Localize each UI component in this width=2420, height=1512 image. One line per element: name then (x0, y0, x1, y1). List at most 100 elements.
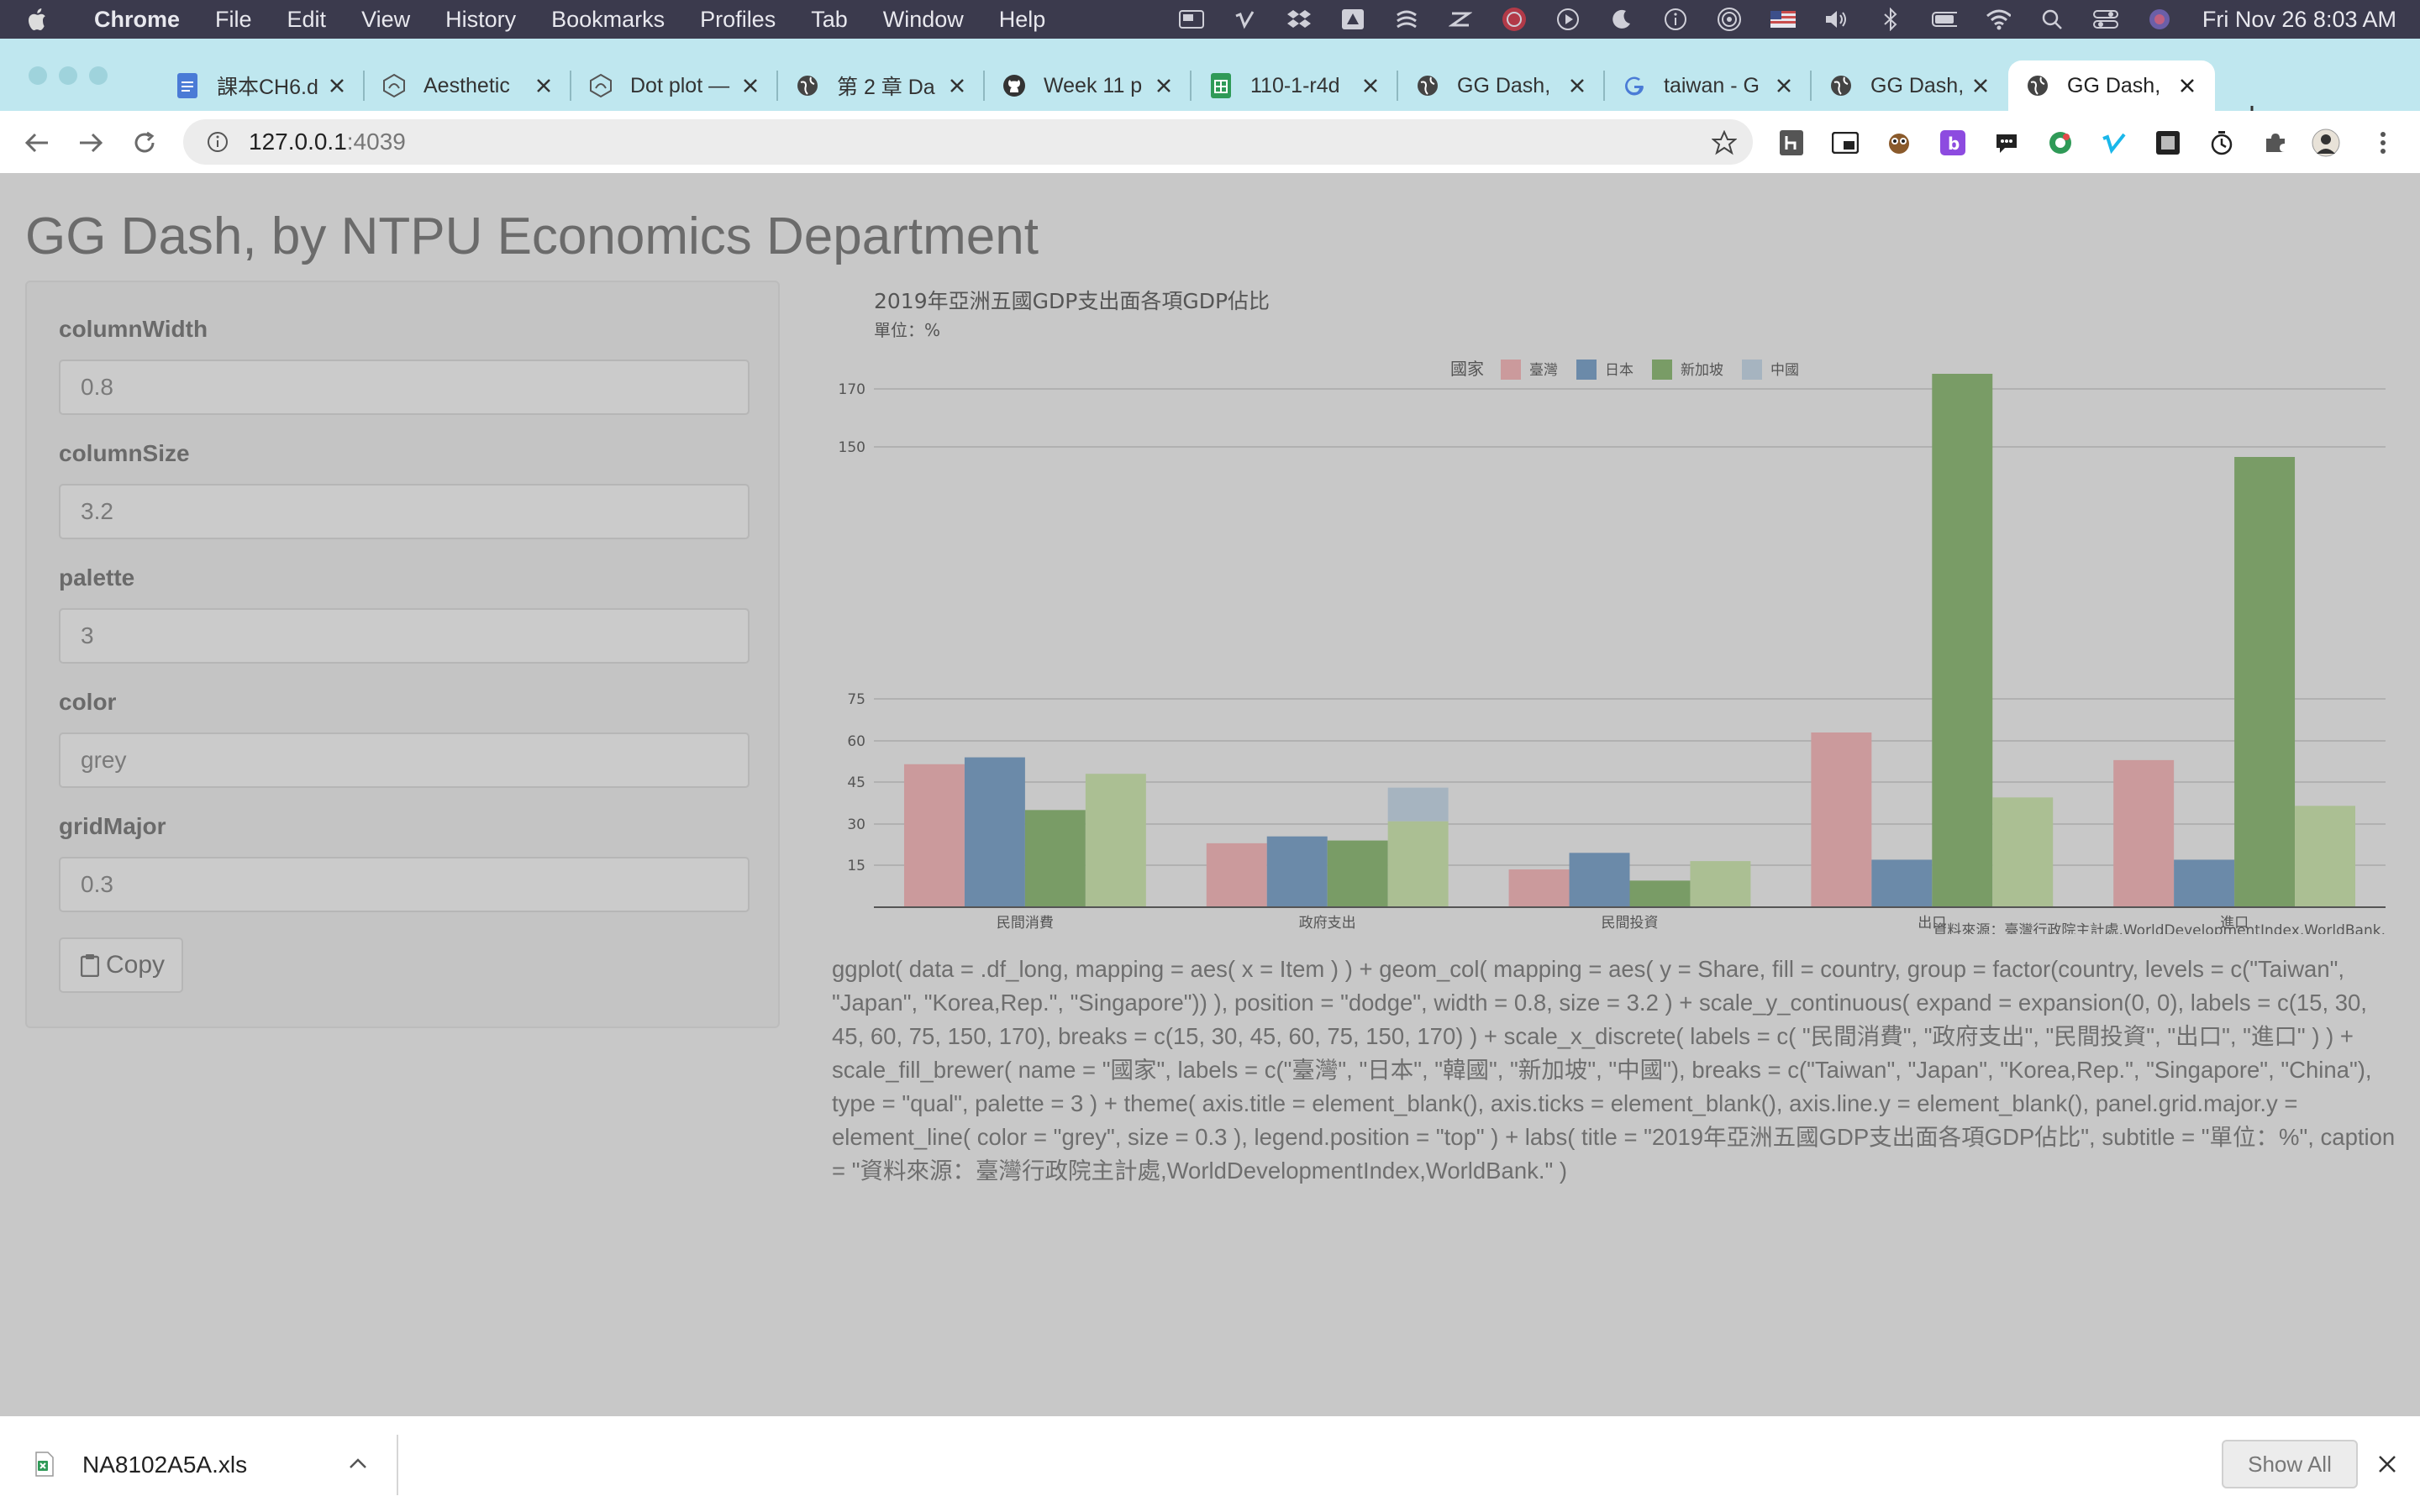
reload-icon[interactable] (129, 128, 160, 158)
apple-icon[interactable] (25, 0, 64, 39)
control-center-icon[interactable] (2092, 7, 2118, 32)
frame-extension-icon[interactable] (2153, 128, 2183, 158)
timer-extension-icon[interactable] (2207, 128, 2237, 158)
close-icon[interactable] (944, 73, 970, 98)
bar (903, 764, 965, 907)
menu-tab[interactable]: Tab (811, 7, 848, 33)
flag-icon[interactable] (1770, 7, 1796, 32)
chat-extension-icon[interactable] (1991, 128, 2022, 158)
window-zoom-button[interactable] (89, 66, 108, 85)
b-extension-icon[interactable]: b (1938, 128, 1968, 158)
field-column-size: columnSize 3.2 (59, 440, 750, 539)
column-size-input[interactable]: 3.2 (59, 484, 750, 539)
tab-title: GG Dash, (2067, 73, 2161, 97)
column-width-input[interactable]: 0.8 (59, 360, 750, 415)
bar (2113, 759, 2175, 907)
y-tick-label: 75 (847, 691, 865, 708)
menu-window[interactable]: Window (883, 7, 964, 33)
bar (1932, 374, 1993, 907)
site-info-icon[interactable] (205, 129, 230, 155)
profile-avatar[interactable] (2311, 128, 2341, 158)
download-file-name[interactable]: NA8102A5A.xls (82, 1452, 247, 1478)
color-input[interactable]: grey (59, 732, 750, 788)
wifi-icon[interactable] (1986, 7, 2011, 32)
field-color: color grey (59, 689, 750, 788)
vimeo-icon[interactable] (1233, 7, 1258, 32)
play-icon[interactable] (1555, 7, 1581, 32)
close-icon[interactable] (2175, 73, 2200, 98)
drive-icon[interactable] (1340, 7, 1365, 32)
tab-dot-plot[interactable]: Dot plot — (571, 60, 778, 111)
hypothesis-icon[interactable] (1776, 128, 1807, 158)
bluetooth-icon[interactable] (1878, 7, 1903, 32)
shelf-divider (397, 1435, 398, 1495)
menu-file[interactable]: File (215, 7, 252, 33)
google-icon (1622, 73, 1647, 98)
close-icon[interactable] (2375, 1452, 2400, 1477)
menu-profiles[interactable]: Profiles (700, 7, 776, 33)
bar (2174, 859, 2235, 907)
app-icon[interactable] (1394, 7, 1419, 32)
bar (1871, 859, 1933, 907)
close-icon[interactable] (1771, 73, 1797, 98)
menu-history[interactable]: History (445, 7, 516, 33)
window-icon[interactable] (1178, 7, 1204, 32)
siri-icon[interactable] (2147, 7, 2172, 32)
menu-app-chrome[interactable]: Chrome (94, 7, 180, 33)
tab-chapter-2[interactable]: 第 2 章 Da (778, 60, 985, 111)
menu-help[interactable]: Help (999, 7, 1046, 33)
volume-icon[interactable] (1824, 7, 1849, 32)
tab-gg-dash-2[interactable]: GG Dash, (1812, 60, 2008, 111)
airdrop-icon[interactable] (1717, 7, 1742, 32)
app-icon[interactable] (1448, 7, 1473, 32)
chart-subtitle: 單位：% (874, 320, 940, 340)
tab-aesthetic[interactable]: Aesthetic (365, 60, 571, 111)
field-label: columnWidth (59, 316, 208, 342)
window-close-button[interactable] (29, 66, 47, 85)
menu-edit[interactable]: Edit (287, 7, 327, 33)
close-icon[interactable] (1565, 73, 1590, 98)
tab-gg-dash-1[interactable]: GG Dash, (1398, 60, 1605, 111)
tab-title: Aesthetic (424, 73, 510, 97)
grid-major-input[interactable]: 0.3 (59, 857, 750, 912)
chevron-up-icon[interactable] (345, 1450, 371, 1477)
battery-icon[interactable] (1931, 7, 1957, 32)
show-all-button[interactable]: Show All (2222, 1440, 2358, 1488)
window-minimize-button[interactable] (59, 66, 77, 85)
forward-arrow-icon[interactable] (76, 128, 106, 158)
tab-gg-dash-active[interactable]: GG Dash, (2008, 60, 2215, 111)
copy-button[interactable]: Copy (59, 937, 183, 993)
extensions-puzzle-icon[interactable] (2260, 128, 2291, 158)
picture-in-picture-icon[interactable] (1830, 128, 1860, 158)
kebab-menu-icon[interactable] (2368, 128, 2398, 158)
menubar-clock[interactable]: Fri Nov 26 8:03 AM (2202, 7, 2396, 33)
back-arrow-icon[interactable] (22, 128, 52, 158)
dropbox-icon[interactable] (1286, 7, 1312, 32)
legend-swatch (1501, 360, 1521, 380)
app-icon[interactable] (1502, 7, 1527, 32)
info-icon[interactable] (1663, 7, 1688, 32)
tab-title: GG Dash, (1457, 73, 1551, 97)
owl-extension-icon[interactable] (1884, 128, 1914, 158)
vimeo-extension-icon[interactable] (2099, 128, 2129, 158)
close-icon[interactable] (324, 73, 350, 98)
bookmark-star-icon[interactable] (1711, 129, 1738, 156)
tab-sheet[interactable]: 110-1-r4d (1192, 60, 1398, 111)
close-icon[interactable] (1968, 73, 1993, 98)
menu-view[interactable]: View (361, 7, 410, 33)
close-icon[interactable] (1358, 73, 1383, 98)
palette-input[interactable]: 3 (59, 608, 750, 664)
moon-icon[interactable] (1609, 7, 1634, 32)
bar (1508, 869, 1570, 907)
tab-google-search[interactable]: taiwan - G (1605, 60, 1812, 111)
close-icon[interactable] (738, 73, 763, 98)
grammar-extension-icon[interactable] (2045, 128, 2075, 158)
chart: 2019年亞洲五國GDP支出面各項GDP佔比 單位：% 國家 臺灣 日本 新加坡 中國… (839, 289, 2386, 934)
search-icon[interactable] (2039, 7, 2065, 32)
address-bar[interactable]: 127.0.0.1:4039 (183, 119, 1753, 165)
menu-bookmarks[interactable]: Bookmarks (551, 7, 665, 33)
close-icon[interactable] (531, 73, 556, 98)
tab-course-doc[interactable]: 課本CH6.d (158, 60, 365, 111)
tab-week-11[interactable]: Week 11 p (985, 60, 1192, 111)
close-icon[interactable] (1151, 73, 1176, 98)
